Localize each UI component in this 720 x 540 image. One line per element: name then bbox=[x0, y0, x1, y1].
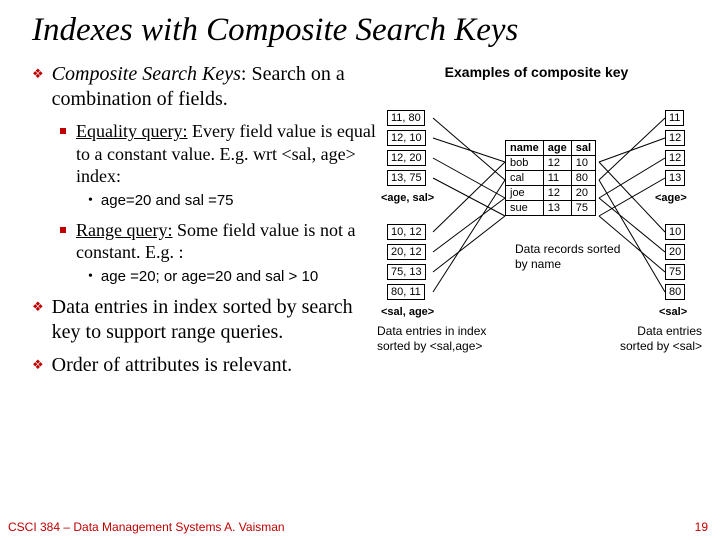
table-row: cal 11 80 bbox=[506, 171, 596, 186]
bullet-eq-example: • age=20 and sal =75 bbox=[88, 192, 377, 209]
th-sal: sal bbox=[571, 141, 595, 156]
square-icon bbox=[60, 128, 66, 134]
caption-table: Data records sorted by name bbox=[515, 242, 625, 271]
diamond-icon: ❖ bbox=[32, 299, 44, 345]
left-column: ❖ Composite Search Keys: Search on a com… bbox=[32, 62, 377, 378]
bullet-sorted: ❖ Data entries in index sorted by search… bbox=[32, 295, 377, 345]
label-age-sal: <age, sal> bbox=[381, 192, 434, 204]
slide-title: Indexes with Composite Search Keys bbox=[32, 12, 696, 48]
table-row: joe 12 20 bbox=[506, 186, 596, 201]
b3b-text: age =20; or age=20 and sal > 10 bbox=[101, 268, 318, 285]
b1b-text: Data entries in index sorted by search k… bbox=[52, 295, 377, 345]
caption-right: Data entries sorted by <sal> bbox=[602, 324, 702, 353]
b2b-u: Range query: bbox=[76, 220, 172, 240]
caption-left: Data entries in index sorted by <sal,age… bbox=[377, 324, 517, 353]
bullet-dot-icon: • bbox=[88, 269, 93, 285]
bullet-equality-query: Equality query: Every field value is equ… bbox=[60, 120, 377, 188]
b1c-text: Order of attributes is relevant. bbox=[52, 353, 292, 378]
idx-age-sal-0: 11, 80 bbox=[387, 110, 425, 126]
page-number: 19 bbox=[695, 520, 708, 534]
idx-age-0: 11 bbox=[665, 110, 684, 126]
idx-sal-age-3: 80, 11 bbox=[387, 284, 425, 300]
idx-sal-age-2: 75, 13 bbox=[387, 264, 426, 280]
footer-text: CSCI 384 – Data Management Systems A. Va… bbox=[8, 520, 285, 534]
bullet-range-query: Range query: Some field value is not a c… bbox=[60, 219, 377, 264]
label-age: <age> bbox=[655, 192, 687, 204]
right-column: Examples of composite key bbox=[377, 62, 696, 422]
diamond-icon: ❖ bbox=[32, 66, 44, 112]
square-icon bbox=[60, 227, 66, 233]
b2a-u: Equality query: bbox=[76, 121, 187, 141]
b1a-em: Composite Search Keys bbox=[52, 63, 241, 85]
idx-sal-age-0: 10, 12 bbox=[387, 224, 426, 240]
label-sal-age: <sal, age> bbox=[381, 306, 434, 318]
bullet-composite-keys: ❖ Composite Search Keys: Search on a com… bbox=[32, 62, 377, 112]
th-name: name bbox=[506, 141, 544, 156]
idx-age-sal-1: 12, 10 bbox=[387, 130, 426, 146]
idx-age-sal-2: 12, 20 bbox=[387, 150, 426, 166]
bullet-order: ❖ Order of attributes is relevant. bbox=[32, 353, 377, 378]
th-age: age bbox=[543, 141, 571, 156]
examples-title: Examples of composite key bbox=[377, 64, 696, 80]
label-sal: <sal> bbox=[659, 306, 687, 318]
b3a-text: age=20 and sal =75 bbox=[101, 192, 234, 209]
bullet-dot-icon: • bbox=[88, 193, 93, 209]
data-table: name age sal bob 12 10 cal 11 80 bbox=[505, 140, 596, 216]
table-row: sue 13 75 bbox=[506, 201, 596, 216]
footer: CSCI 384 – Data Management Systems A. Va… bbox=[8, 520, 708, 534]
idx-sal-1: 20 bbox=[665, 244, 685, 260]
table-row: bob 12 10 bbox=[506, 156, 596, 171]
diagram: 11, 80 12, 10 12, 20 13, 75 <age, sal> 1… bbox=[377, 102, 696, 422]
idx-age-3: 13 bbox=[665, 170, 685, 186]
idx-age-1: 12 bbox=[665, 130, 685, 146]
bullet-range-example: • age =20; or age=20 and sal > 10 bbox=[88, 268, 377, 285]
idx-sal-age-1: 20, 12 bbox=[387, 244, 426, 260]
diamond-icon: ❖ bbox=[32, 357, 44, 378]
idx-age-2: 12 bbox=[665, 150, 685, 166]
idx-sal-3: 80 bbox=[665, 284, 685, 300]
idx-age-sal-3: 13, 75 bbox=[387, 170, 426, 186]
idx-sal-2: 75 bbox=[665, 264, 685, 280]
idx-sal-0: 10 bbox=[665, 224, 685, 240]
